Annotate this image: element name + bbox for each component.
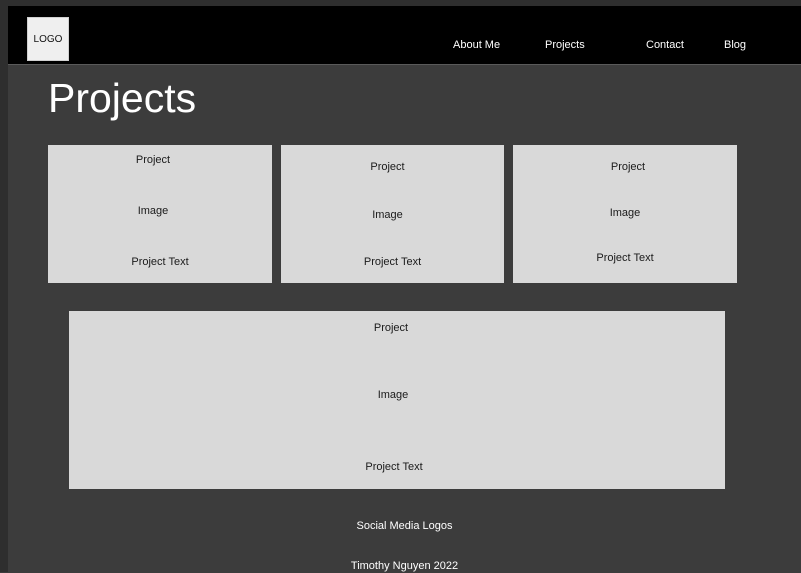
project-card-featured[interactable]: Project Image Project Text <box>69 311 725 489</box>
project-image-placeholder: Image <box>137 205 169 217</box>
nav-blog-link[interactable]: Blog <box>724 38 746 52</box>
project-card-text: Project Text <box>596 252 654 264</box>
project-card-text: Project Text <box>131 256 189 268</box>
project-card-text: Project Text <box>363 256 422 268</box>
project-card-text: Project Text <box>365 461 423 473</box>
project-card-title: Project <box>610 161 646 173</box>
nav-about-me-link[interactable]: About Me <box>453 38 500 52</box>
project-card-3[interactable]: Project Image Project Text <box>513 145 737 283</box>
project-card-1[interactable]: Project Image Project Text <box>48 145 272 283</box>
header-navbar: LOGO About Me Projects Contact Blog <box>8 6 801 65</box>
logo-placeholder[interactable]: LOGO <box>27 17 69 61</box>
footer-copyright: Timothy Nguyen 2022 <box>350 560 459 572</box>
project-image-placeholder: Image <box>372 209 403 221</box>
page-title: Projects <box>48 75 197 121</box>
nav-contact-link[interactable]: Contact <box>646 38 684 52</box>
project-image-placeholder: Image <box>609 207 641 219</box>
project-card-2[interactable]: Project Image Project Text <box>281 145 504 283</box>
nav-projects-link[interactable]: Projects <box>545 38 585 52</box>
project-card-title: Project <box>135 154 171 166</box>
social-media-logos[interactable]: Social Media Logos <box>4 519 801 533</box>
window-frame-left <box>0 0 8 572</box>
project-card-title: Project <box>370 161 405 173</box>
project-image-placeholder: Image <box>377 389 409 401</box>
project-card-title: Project <box>373 322 409 334</box>
